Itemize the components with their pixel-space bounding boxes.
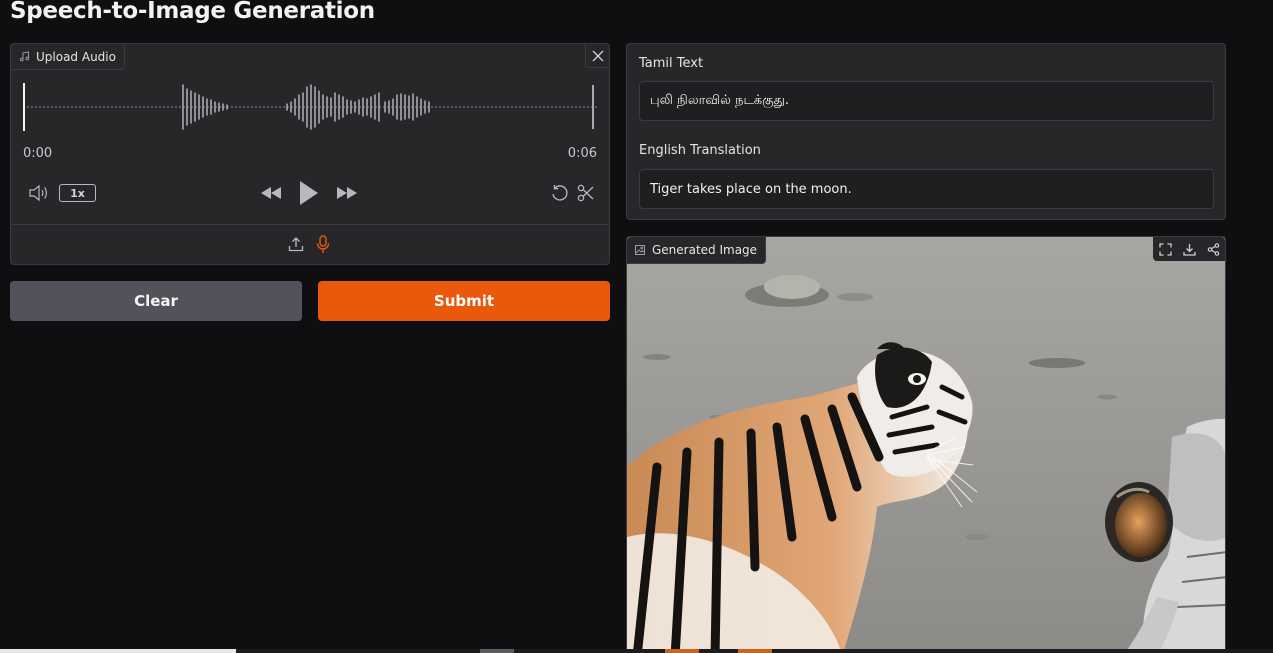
time-current: 0:00 bbox=[23, 146, 53, 161]
audio-waveform[interactable] bbox=[23, 82, 597, 134]
upload-icon[interactable] bbox=[287, 235, 305, 253]
taskbar-segment bbox=[480, 649, 514, 653]
close-button[interactable] bbox=[585, 44, 609, 68]
music-icon bbox=[19, 51, 30, 62]
english-translation-label: English Translation bbox=[639, 143, 761, 158]
fullscreen-icon[interactable] bbox=[1153, 237, 1177, 261]
taskbar-segment bbox=[738, 649, 772, 653]
tamil-text-label: Tamil Text bbox=[639, 56, 704, 71]
english-translation-field[interactable]: Tiger takes place on the moon. bbox=[639, 169, 1214, 209]
submit-button[interactable]: Submit bbox=[318, 281, 610, 321]
generated-image-label: Generated Image bbox=[627, 237, 767, 264]
download-icon[interactable] bbox=[1177, 237, 1201, 261]
undo-icon[interactable] bbox=[549, 182, 571, 204]
page-title: Speech-to-Image Generation bbox=[10, 0, 375, 24]
volume-icon[interactable] bbox=[27, 182, 51, 204]
playback-speed-button[interactable]: 1x bbox=[59, 184, 96, 202]
tamil-text-field[interactable]: புலி நிலாவில் நடக்குது. bbox=[639, 81, 1214, 121]
upload-audio-text: Upload Audio bbox=[36, 49, 116, 64]
fast-forward-icon[interactable] bbox=[335, 182, 359, 204]
microphone-icon[interactable] bbox=[314, 234, 332, 254]
play-icon[interactable] bbox=[297, 179, 321, 207]
image-actions bbox=[1153, 237, 1225, 261]
playback-controls: 1x bbox=[11, 176, 609, 208]
taskbar-segment bbox=[0, 649, 236, 653]
image-icon bbox=[635, 245, 645, 255]
generated-image-panel: Generated Image bbox=[626, 236, 1226, 653]
rewind-icon[interactable] bbox=[259, 182, 283, 204]
text-output-panel: Tamil Text புலி நிலாவில் நடக்குது. Engli… bbox=[626, 43, 1226, 220]
generated-image-text: Generated Image bbox=[652, 243, 758, 257]
share-icon[interactable] bbox=[1201, 237, 1225, 261]
generated-image bbox=[627, 237, 1225, 653]
taskbar-segment bbox=[665, 649, 699, 653]
clear-button[interactable]: Clear bbox=[10, 281, 302, 321]
audio-source-bar bbox=[11, 224, 609, 264]
trim-scissors-icon[interactable] bbox=[575, 182, 597, 204]
audio-panel: Upload Audio 0:00 0:06 1x bbox=[10, 43, 610, 265]
taskbar-strip bbox=[0, 649, 1273, 653]
upload-audio-label: Upload Audio bbox=[11, 44, 125, 70]
time-duration: 0:06 bbox=[567, 146, 597, 161]
